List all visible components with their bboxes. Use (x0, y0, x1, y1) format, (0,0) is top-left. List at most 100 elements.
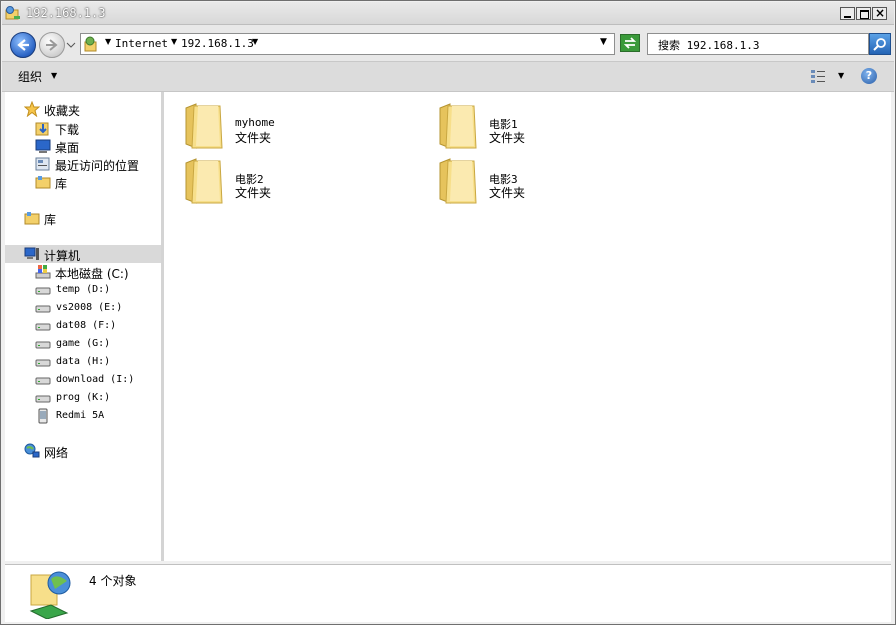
downloads-folder-icon (35, 122, 49, 136)
breadcrumb-separator-icon[interactable]: ▼ (252, 37, 258, 46)
hard-drive-icon (35, 287, 51, 295)
nav-libraries-label: 库 (44, 213, 57, 227)
folder-icon (185, 158, 223, 204)
nav-computer-label: 计算机 (44, 249, 81, 263)
close-button[interactable]: × (872, 6, 887, 20)
refresh-button[interactable] (620, 34, 640, 52)
nav-network-label: 网络 (44, 446, 69, 460)
window-title: 192.168.1.3 (26, 6, 106, 20)
help-icon[interactable]: ? (861, 68, 877, 84)
breadcrumb-host[interactable]: 192.168.1.3 (181, 37, 254, 50)
network-location-icon (84, 36, 97, 52)
nav-drive-label: prog (K:) (56, 392, 111, 403)
maximize-button[interactable] (856, 7, 871, 20)
navigation-pane: 收藏夹 下载 桌面 最近访问的位置 库 库 计算机 本地磁盘 (C:) temp… (5, 92, 162, 561)
folder-type: 文件夹 (235, 131, 272, 145)
nav-drive-c[interactable]: 本地磁盘 (C:) (5, 263, 161, 281)
address-dropdown-icon[interactable]: ▼ (600, 37, 607, 47)
nav-favorites[interactable]: 收藏夹 (5, 100, 161, 118)
nav-item-label: 桌面 (55, 141, 80, 155)
library-icon (35, 176, 51, 189)
nav-drive-k[interactable]: prog (K:) (5, 389, 161, 407)
hard-drive-icon (35, 395, 51, 403)
folder-name: myhome (235, 116, 275, 129)
computer-icon (24, 247, 39, 260)
hard-drive-icon (35, 341, 51, 349)
hard-drive-icon (35, 359, 51, 367)
folder-item[interactable]: 电影3 文件夹 (418, 153, 658, 204)
folder-icon (439, 158, 477, 204)
breadcrumb-internet[interactable]: Internet (115, 37, 168, 50)
details-pane: 4 个对象 (5, 564, 891, 622)
nav-drive-label: Redmi 5A (56, 410, 105, 421)
nav-favorites-label: 收藏夹 (44, 104, 81, 118)
folder-item[interactable]: 电影2 文件夹 (164, 153, 404, 204)
folder-icon (439, 103, 477, 149)
nav-computer[interactable]: 计算机 (5, 245, 161, 263)
nav-item-downloads[interactable]: 下载 (5, 119, 161, 137)
network-folder-icon (5, 6, 20, 20)
nav-item-libraries-shortcut[interactable]: 库 (5, 173, 161, 191)
back-button[interactable] (10, 32, 36, 58)
nav-device-redmi[interactable]: Redmi 5A (5, 407, 161, 425)
views-dropdown-icon[interactable]: ▼ (838, 71, 844, 80)
recent-pages-dropdown-icon[interactable] (66, 40, 76, 50)
nav-item-label: 最近访问的位置 (55, 159, 140, 173)
nav-drive-label: 本地磁盘 (C:) (55, 267, 129, 281)
title-bar: 192.168.1.3 × (2, 2, 894, 25)
folder-type: 文件夹 (489, 186, 526, 200)
search-placeholder: 搜索 192.168.1.3 (658, 39, 760, 52)
nav-item-recent-places[interactable]: 最近访问的位置 (5, 155, 161, 173)
organize-button[interactable]: 组织 (18, 68, 42, 85)
phone-device-icon (38, 408, 48, 424)
close-icon: × (875, 6, 886, 20)
minimize-button[interactable] (840, 7, 855, 20)
desktop-icon (35, 139, 51, 153)
nav-drive-label: download (I:) (56, 374, 135, 385)
nav-drive-f[interactable]: dat08 (F:) (5, 317, 161, 335)
hard-drive-icon (35, 323, 51, 331)
command-bar: 组织 ▼ ▼ ? (2, 62, 894, 92)
star-icon (24, 101, 40, 117)
search-button[interactable] (869, 33, 891, 55)
hard-drive-icon (35, 377, 51, 385)
nav-libraries[interactable]: 库 (5, 209, 161, 227)
navigation-bar: ▼ Internet ▼ 192.168.1.3 ▼ ▼ 搜索 192.168.… (2, 25, 894, 62)
search-input[interactable]: 搜索 192.168.1.3 (647, 33, 869, 55)
nav-drive-label: vs2008 (E:) (56, 302, 123, 313)
network-share-icon (29, 571, 71, 619)
explorer-window: 192.168.1.3 × ▼ Internet ▼ 192.168.1.3 ▼… (0, 0, 896, 625)
nav-drive-d[interactable]: temp (D:) (5, 281, 161, 299)
back-arrow-icon (17, 39, 29, 51)
nav-item-label: 下载 (55, 123, 80, 137)
nav-drive-label: dat08 (F:) (56, 320, 117, 331)
nav-network[interactable]: 网络 (5, 442, 161, 460)
change-view-icon[interactable] (810, 68, 826, 84)
nav-drive-label: temp (D:) (56, 284, 111, 295)
nav-drive-label: data (H:) (56, 356, 111, 367)
file-list: myhome 文件夹 电影1 文件夹 电影2 文件夹 电影3 文件夹 (164, 92, 891, 561)
folder-type: 文件夹 (489, 131, 526, 145)
hard-drive-icon (35, 305, 51, 313)
nav-drive-g[interactable]: game (G:) (5, 335, 161, 353)
breadcrumb-separator-icon[interactable]: ▼ (171, 37, 177, 46)
address-bar[interactable]: ▼ Internet ▼ 192.168.1.3 ▼ ▼ (80, 33, 615, 55)
forward-arrow-icon (46, 39, 58, 51)
nav-drive-h[interactable]: data (H:) (5, 353, 161, 371)
library-icon (24, 212, 40, 225)
item-count-status: 4 个对象 (89, 574, 137, 588)
nav-drive-label: game (G:) (56, 338, 111, 349)
forward-button[interactable] (39, 32, 65, 58)
breadcrumb-separator-icon[interactable]: ▼ (105, 37, 111, 46)
folder-type: 文件夹 (235, 186, 272, 200)
refresh-icon (623, 37, 637, 49)
nav-item-desktop[interactable]: 桌面 (5, 137, 161, 155)
nav-drive-e[interactable]: vs2008 (E:) (5, 299, 161, 317)
nav-drive-i[interactable]: download (I:) (5, 371, 161, 389)
folder-item[interactable]: 电影1 文件夹 (418, 98, 658, 149)
organize-dropdown-icon[interactable]: ▼ (51, 71, 57, 80)
folder-item[interactable]: myhome 文件夹 (164, 98, 404, 149)
folder-icon (185, 103, 223, 149)
search-icon (873, 38, 886, 51)
nav-item-label: 库 (55, 177, 68, 191)
